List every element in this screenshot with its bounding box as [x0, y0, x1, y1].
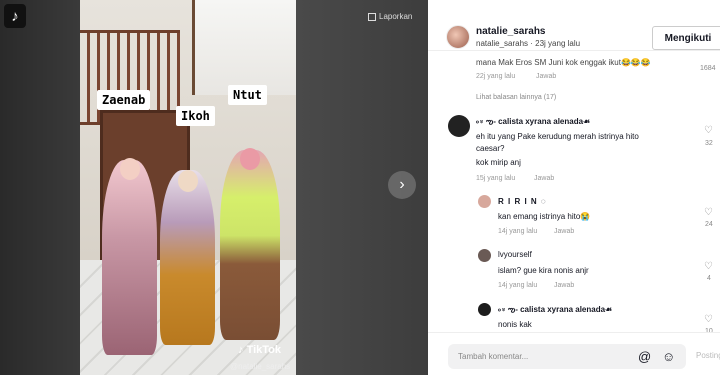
like-count: 1684 — [700, 65, 716, 72]
comment-input-bar: Tambah komentar... @ ☺ Posting — [428, 332, 720, 375]
avatar[interactable] — [478, 195, 491, 208]
report-label: Laporkan — [379, 12, 413, 21]
comment-text: mana Mak Eros SM Juni kok enggak ikut😂😂😂 — [476, 58, 651, 67]
comment-text: islam? gue kira nonis anjr — [498, 266, 589, 275]
reply-button[interactable]: Jawab — [534, 175, 554, 182]
comment-input-placeholder: Tambah komentar... — [458, 352, 529, 361]
video-window — [192, 0, 296, 95]
flag-icon — [368, 12, 376, 21]
comment-text: eh itu yang Pake kerudung merah istrinya… — [476, 132, 639, 141]
follow-button[interactable]: Mengikuti — [652, 26, 720, 50]
reply-button[interactable]: Jawab — [554, 228, 574, 235]
post-button[interactable]: Posting — [696, 351, 720, 360]
heart-icon[interactable]: ♡ — [704, 125, 713, 136]
like-count: 24 — [705, 221, 713, 228]
comment-username[interactable]: ৹⍤ ఌ- calista xyrana alenada☙ — [476, 116, 590, 129]
watermark-handle: @natalie_sarahs — [230, 362, 291, 371]
heart-icon[interactable]: ♡ — [704, 207, 713, 218]
person-head — [240, 148, 260, 170]
comment-input[interactable]: Tambah komentar... @ ☺ — [448, 344, 686, 369]
video-area: ♪ ♪ TikTok @natalie_sarahs Zaenab Ikoh N… — [0, 0, 428, 375]
view-more-replies[interactable]: Lihat balasan lainnya (17) — [476, 94, 556, 101]
tiktok-logo-icon[interactable]: ♪ — [4, 4, 26, 28]
heart-icon[interactable]: ♡ — [704, 314, 713, 325]
like-count: 32 — [705, 140, 713, 147]
comment-time: 22j yang lalu — [476, 73, 516, 80]
reply-button[interactable]: Jawab — [536, 73, 556, 80]
person-ikoh — [160, 170, 215, 345]
heart-icon[interactable]: ♡ — [704, 261, 713, 272]
tiktok-watermark: ♪ TikTok — [238, 344, 281, 356]
person-head — [120, 158, 140, 180]
reply-button[interactable]: Jawab — [554, 282, 574, 289]
chevron-right-icon: › — [399, 176, 405, 193]
comment-text: nonis kak — [498, 320, 532, 329]
avatar[interactable] — [478, 249, 491, 262]
comment-text: caesar? — [476, 144, 505, 153]
emoji-icon[interactable]: ☺ — [662, 349, 675, 364]
author-info[interactable]: natalie_sarahs natalie_sarahs · 23j yang… — [446, 25, 580, 49]
name-tag-ikoh: Ikoh — [176, 106, 215, 126]
person-zaenab — [102, 160, 157, 355]
video-blur-left — [0, 0, 80, 375]
comment-username[interactable]: lvyourself — [498, 250, 532, 259]
avatar[interactable] — [448, 115, 470, 137]
avatar[interactable] — [478, 303, 491, 316]
video-player[interactable]: ♪ TikTok @natalie_sarahs — [80, 0, 296, 375]
person-ntut — [220, 150, 280, 340]
comment-list[interactable]: mana Mak Eros SM Juni kok enggak ikut😂😂😂… — [428, 50, 720, 332]
mention-icon[interactable]: @ — [638, 349, 651, 364]
author-avatar[interactable] — [446, 25, 470, 49]
comment-time: 14j yang lalu — [498, 228, 538, 235]
comment-time: 14j yang lalu — [498, 282, 538, 289]
comment-text: kok mirip anj — [476, 158, 521, 167]
comment-username[interactable]: ৹⍤ ఌ- calista xyrana alenada☙ — [498, 304, 612, 317]
report-button[interactable]: Laporkan — [368, 12, 412, 21]
person-head — [178, 170, 198, 192]
comment-username[interactable]: R I R I N ◌ — [498, 197, 547, 206]
author-subtitle: natalie_sarahs · 23j yang lalu — [476, 39, 581, 48]
author-name[interactable]: natalie_sarahs — [476, 26, 580, 37]
like-count: 4 — [707, 275, 711, 282]
comment-time: 15j yang lalu — [476, 175, 516, 182]
next-video-button[interactable]: › — [388, 171, 416, 199]
name-tag-zaenab: Zaenab — [97, 90, 151, 110]
comments-panel: natalie_sarahs natalie_sarahs · 23j yang… — [428, 0, 720, 375]
name-tag-ntut: Ntut — [228, 85, 267, 105]
comment-text: kan emang istrinya hito😭 — [498, 212, 591, 221]
